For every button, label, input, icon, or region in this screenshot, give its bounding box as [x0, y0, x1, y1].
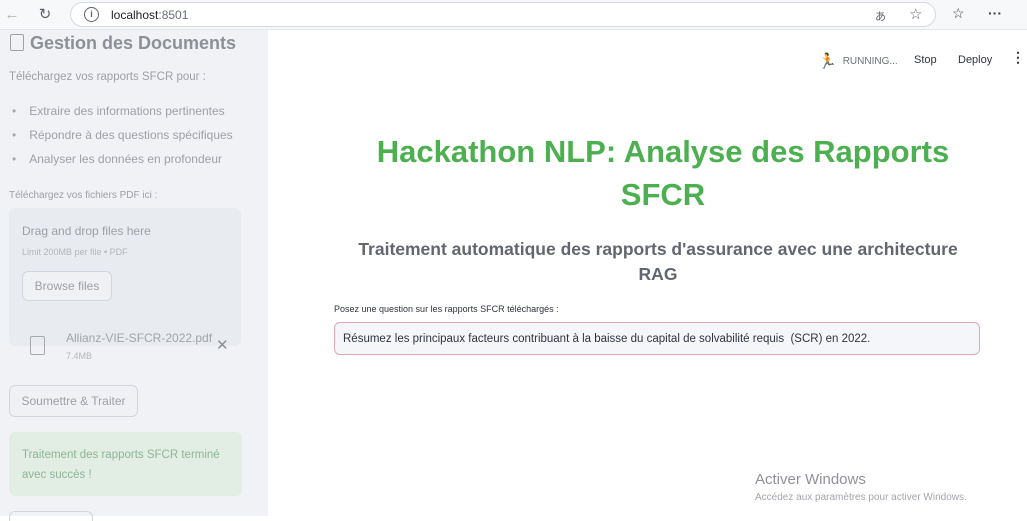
main-content: 🏃 RUNNING... Stop Deploy ⋮ Hackathon NLP:…	[268, 30, 1027, 516]
upload-label: Téléchargez vos fichiers PDF ici :	[9, 190, 158, 201]
page-title: Hackathon NLP: Analyse des Rapports SFCR	[376, 134, 950, 212]
list-item: Répondre à des questions spécifiques	[12, 128, 232, 152]
dropzone-limit: Limit 200MB per file • PDF	[22, 247, 128, 257]
url-text: localhost:8501	[111, 8, 189, 22]
sidebar-bullet-list: Extraire des informations pertinentes Ré…	[12, 104, 233, 176]
question-input[interactable]	[334, 322, 980, 355]
address-bar[interactable]: i localhost:8501 あ ☆	[70, 2, 936, 27]
watermark-title: Activer Windows	[755, 471, 866, 488]
remove-file-icon[interactable]: ✕	[216, 336, 229, 354]
sidebar-intro: Téléchargez vos rapports SFCR pour :	[9, 71, 206, 83]
file-name: Allianz-VIE-SFCR-2022.pdf	[66, 331, 213, 345]
reload-icon[interactable]: ↻	[35, 5, 55, 25]
reader-mode-icon[interactable]: あ	[875, 8, 886, 24]
app-menu-icon[interactable]: ⋮	[1011, 49, 1025, 66]
sidebar-title: Gestion des Documents	[10, 33, 236, 54]
browser-menu-icon[interactable]: ···	[988, 5, 1002, 21]
page-subtitle: Traitement automatique des rapports d'as…	[358, 239, 958, 284]
dropzone-title: Drag and drop files here	[22, 224, 151, 238]
stop-button[interactable]: Stop	[914, 54, 937, 66]
browser-toolbar: ← ↻ i localhost:8501 あ ☆ ☆ ···	[0, 0, 1027, 30]
list-item: Analyser les données en profondeur	[12, 152, 233, 176]
star-icon[interactable]: ☆	[909, 5, 922, 23]
back-arrow-icon[interactable]: ←	[2, 5, 22, 25]
browse-files-button[interactable]: Browse files	[22, 271, 112, 301]
question-label: Posez une question sur les rapports SFCR…	[334, 304, 559, 314]
sidebar: Gestion des Documents Téléchargez vos ra…	[0, 30, 268, 521]
file-icon	[30, 336, 45, 355]
running-status: 🏃 RUNNING...	[818, 53, 898, 70]
success-message: Traitement des rapports SFCR terminé ave…	[9, 432, 242, 496]
file-size: 7.4MB	[66, 351, 93, 361]
file-dropzone[interactable]: Drag and drop files here Limit 200MB per…	[9, 208, 241, 346]
uploaded-file-item: Allianz-VIE-SFCR-2022.pdf 7.4MB ✕	[30, 330, 240, 366]
submit-process-button[interactable]: Soumettre & Traiter	[9, 385, 138, 417]
sidebar-bottom-button[interactable]	[9, 511, 93, 521]
deploy-button[interactable]: Deploy	[958, 54, 992, 66]
running-man-icon: 🏃	[818, 53, 837, 70]
list-item: Extraire des informations pertinentes	[12, 104, 233, 128]
document-icon	[10, 34, 24, 51]
favorites-icon[interactable]: ☆	[952, 5, 965, 22]
site-info-icon[interactable]: i	[84, 7, 99, 22]
activate-windows-watermark: Activer Windows Accédez aux paramètres p…	[755, 471, 967, 503]
watermark-subtitle: Accédez aux paramètres pour activer Wind…	[755, 492, 967, 503]
